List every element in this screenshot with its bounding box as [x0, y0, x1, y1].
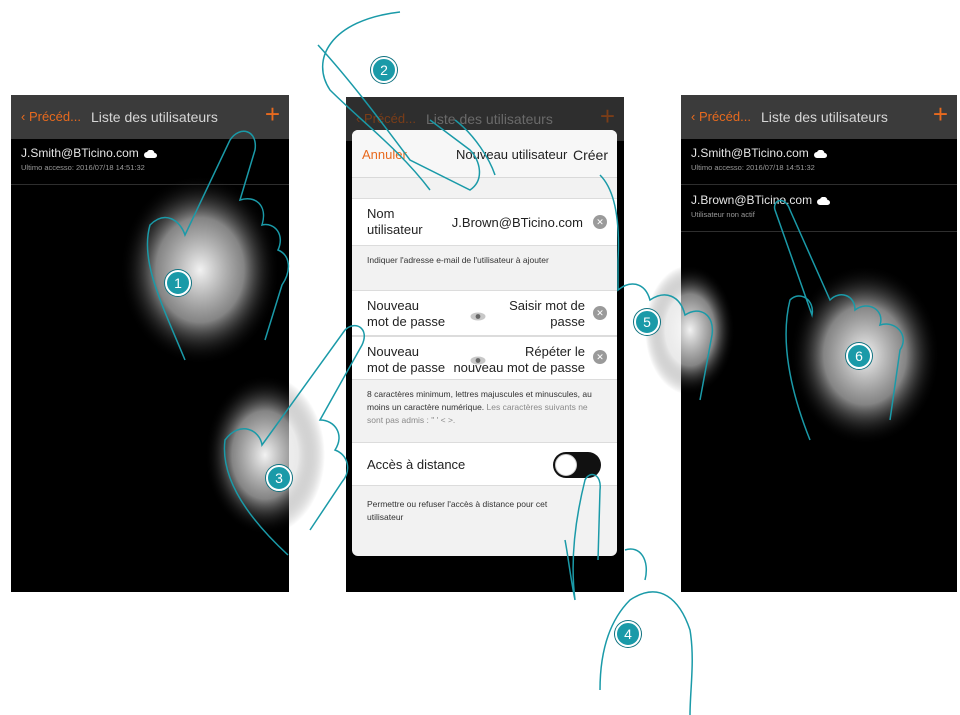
password-placeholder-line1: Saisir mot de — [509, 298, 585, 313]
nav-bar: ‹ Précéd... Liste des utilisateurs + — [11, 95, 289, 139]
cancel-button[interactable]: Annuler — [362, 147, 407, 162]
confirm-placeholder-line1: Répéter le — [525, 344, 585, 359]
cloud-icon — [817, 196, 831, 205]
password-label-line1: Nouveau — [367, 298, 420, 313]
username-field[interactable]: Nom utilisateur J.Brown@BTicino.com ✕ — [352, 198, 617, 246]
clear-password-icon[interactable]: ✕ — [593, 306, 607, 320]
left-phone-screen: ‹ Précéd... Liste des utilisateurs + J.S… — [11, 95, 289, 592]
step-3-badge: 3 — [266, 465, 292, 491]
confirm-label-line2: mot de passe — [367, 360, 446, 375]
remote-access-toggle[interactable] — [553, 452, 601, 478]
create-button[interactable]: Créer — [573, 147, 608, 163]
password-hint: 8 caractères minimum, lettres majuscules… — [367, 389, 592, 425]
add-user-button[interactable]: + — [933, 101, 948, 127]
step-1-badge: 1 — [165, 270, 191, 296]
new-user-dialog: Annuler Nouveau utilisateur Créer Nom uti… — [352, 130, 617, 556]
user-email: J.Brown@BTicino.com — [691, 193, 813, 207]
clear-username-icon[interactable]: ✕ — [593, 215, 607, 229]
username-hint: Indiquer l'adresse e-mail de l'utilisate… — [367, 255, 549, 265]
back-button[interactable]: ‹ Précéd... — [21, 109, 81, 124]
user-row[interactable]: J.Smith@BTicino.com Ultimo accesso: 2016… — [681, 139, 957, 185]
step-6-badge: 6 — [846, 343, 872, 369]
password-label-line2: mot de passe — [367, 314, 446, 329]
user-last-access: Ultimo accesso: 2016/07/18 14:51:32 — [21, 163, 145, 172]
confirm-label-line1: Nouveau — [367, 344, 420, 359]
step-4-badge: 4 — [615, 621, 641, 647]
password-field[interactable]: Nouveau mot de passe Saisir mot de passe ✕ — [352, 290, 617, 336]
username-label-line1: Nom — [367, 206, 395, 221]
user-email: J.Smith@BTicino.com — [21, 146, 139, 160]
page-title: Liste des utilisateurs — [426, 111, 553, 127]
right-phone-screen: ‹ Précéd... Liste des utilisateurs + J.S… — [681, 95, 957, 592]
clear-confirm-icon[interactable]: ✕ — [593, 350, 607, 364]
cloud-icon — [143, 149, 157, 158]
dialog-header: Annuler Nouveau utilisateur Créer — [352, 130, 617, 178]
step-2-badge: 2 — [371, 57, 397, 83]
confirm-placeholder-line2: nouveau mot de passe — [453, 360, 585, 375]
remote-access-label: Accès à distance — [367, 457, 466, 472]
nav-bar: ‹ Précéd... Liste des utilisateurs + — [681, 95, 957, 139]
user-status: Utilisateur non actif — [691, 210, 755, 219]
eye-icon[interactable] — [470, 312, 486, 321]
cloud-icon — [813, 149, 827, 158]
user-row[interactable]: J.Smith@BTicino.com Ultimo accesso: 2016… — [11, 139, 289, 185]
step-5-badge: 5 — [634, 309, 660, 335]
username-input[interactable]: J.Brown@BTicino.com — [452, 215, 583, 231]
confirm-password-field[interactable]: Nouveau mot de passe Répéter le nouveau mo… — [352, 336, 617, 380]
user-email: J.Smith@BTicino.com — [691, 146, 809, 160]
page-title: Liste des utilisateurs — [91, 109, 218, 125]
add-user-button[interactable]: + — [600, 103, 615, 129]
user-last-access: Ultimo accesso: 2016/07/18 14:51:32 — [691, 163, 815, 172]
page-title: Liste des utilisateurs — [761, 109, 888, 125]
back-button[interactable]: ‹ Précéd... — [356, 111, 416, 126]
remote-access-row: Accès à distance — [352, 442, 617, 486]
password-placeholder-line2: passe — [550, 314, 585, 329]
remote-access-hint: Permettre ou refuser l'accès à distance … — [367, 499, 548, 522]
back-button[interactable]: ‹ Précéd... — [691, 109, 751, 124]
dialog-title: Nouveau utilisateur — [456, 147, 568, 162]
user-row[interactable]: J.Brown@BTicino.com Utilisateur non acti… — [681, 186, 957, 232]
add-user-button[interactable]: + — [265, 101, 280, 127]
username-label-line2: utilisateur — [367, 222, 423, 237]
